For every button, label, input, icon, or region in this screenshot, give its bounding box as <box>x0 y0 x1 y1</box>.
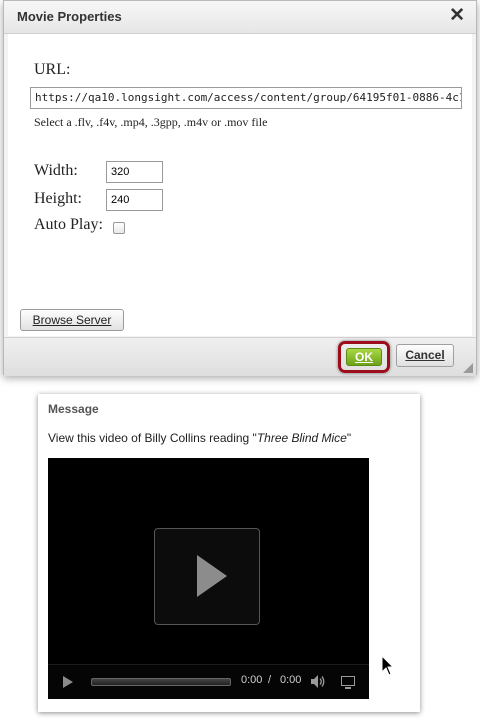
url-label: URL: <box>34 61 71 78</box>
movie-properties-dialog: Movie Properties ✕ URL: https://qa10.lon… <box>3 0 477 376</box>
file-type-hint: Select a .flv, .f4v, .mp4, .3gpp, .m4v o… <box>34 115 268 129</box>
current-time: 0:00 <box>241 674 263 686</box>
video-controls: 0:00 / 0:00 <box>48 664 369 699</box>
video-player[interactable]: 0:00 / 0:00 <box>48 458 369 699</box>
time-separator: / <box>268 674 272 686</box>
play-icon[interactable] <box>63 676 73 688</box>
autoplay-label: Auto Play: <box>34 216 103 233</box>
width-label: Width: <box>34 162 78 179</box>
autoplay-checkbox[interactable] <box>113 222 125 234</box>
play-icon <box>197 555 227 597</box>
mouse-cursor-icon <box>381 655 395 676</box>
resize-grip-icon[interactable] <box>463 363 473 373</box>
large-play-button[interactable] <box>154 528 260 625</box>
height-input[interactable]: 240 <box>106 189 163 211</box>
message-title: Message <box>48 402 99 416</box>
width-input[interactable]: 320 <box>106 161 163 183</box>
close-icon[interactable]: ✕ <box>449 5 465 27</box>
message-panel: Message View this video of Billy Collins… <box>38 394 420 712</box>
ok-button[interactable]: OK <box>346 348 382 366</box>
dialog-titlebar[interactable]: Movie Properties ✕ <box>4 1 476 34</box>
dialog-title: Movie Properties <box>17 9 122 24</box>
height-label: Height: <box>34 190 82 207</box>
ok-button-highlight: OK <box>338 341 390 373</box>
message-text-end: " <box>346 431 352 445</box>
url-input[interactable]: https://qa10.longsight.com/access/conten… <box>30 87 462 109</box>
duration: 0:00 <box>280 674 302 686</box>
message-text: View this video of Billy Collins reading… <box>48 431 351 445</box>
progress-bar[interactable] <box>91 678 231 686</box>
fullscreen-icon[interactable] <box>341 676 355 689</box>
dialog-body: URL: https://qa10.longsight.com/access/c… <box>8 34 472 336</box>
message-text-start: View this video of Billy Collins reading… <box>48 431 257 445</box>
dialog-footer: OK Cancel <box>4 337 476 376</box>
cancel-button[interactable]: Cancel <box>396 344 454 367</box>
message-text-title: Three Blind Mice <box>256 431 347 445</box>
volume-icon[interactable] <box>310 674 326 689</box>
browse-server-button[interactable]: Browse Server <box>20 309 124 331</box>
